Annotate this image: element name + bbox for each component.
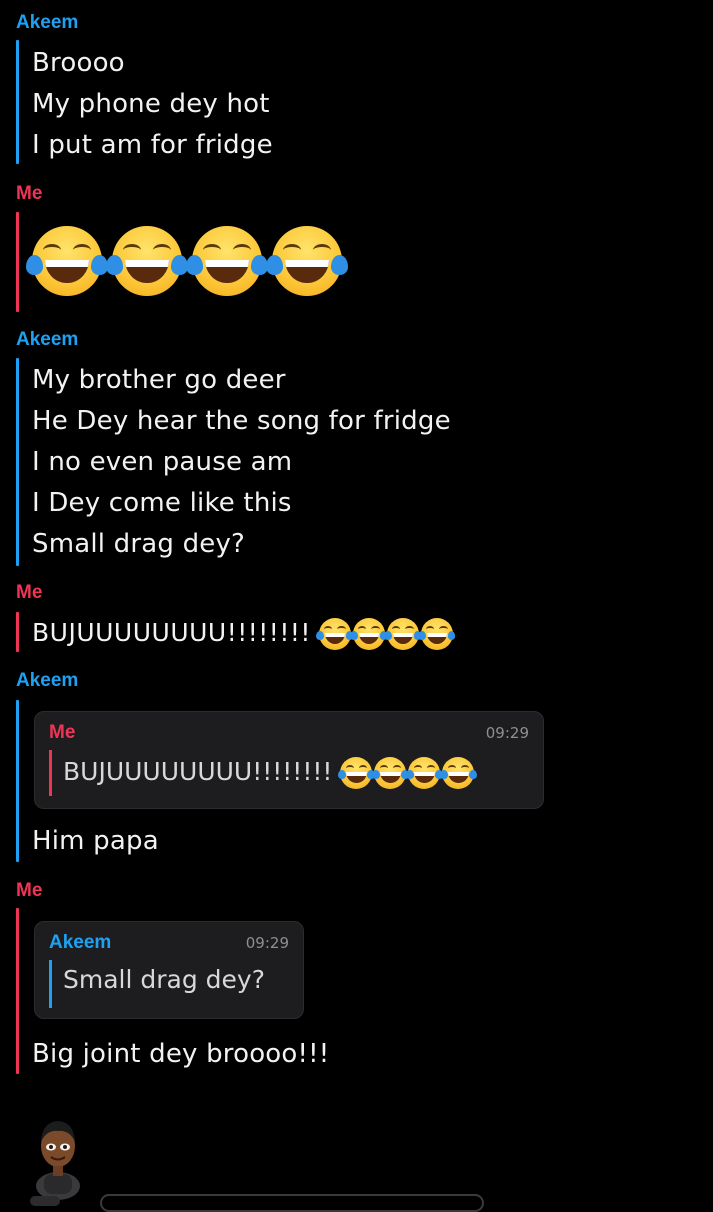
laugh-emoji-icon: [439, 757, 477, 789]
laugh-emoji-icon: [316, 618, 354, 650]
message-text: BUJUUUUUUUU!!!!!!!!: [32, 618, 311, 647]
laugh-emoji-icon: [337, 757, 375, 789]
laugh-emoji-icon: [384, 618, 422, 650]
camera-button[interactable]: [30, 1196, 60, 1206]
message-line: BUJUUUUUUUU!!!!!!!!: [32, 616, 456, 650]
laugh-emoji-icon: [405, 757, 443, 789]
message-bar: [16, 212, 19, 312]
quoted-sender: Me: [49, 722, 76, 743]
message-line: He Dey hear the song for fridge: [32, 406, 451, 436]
message-group-6[interactable]: Akeem 09:29 Small drag dey? Big joint de…: [16, 908, 697, 1076]
sender-name-akeem: Akeem: [16, 329, 79, 350]
quoted-message[interactable]: Me 09:29 BUJUUUUUUUU!!!!!!!!: [34, 711, 544, 809]
quoted-sender: Akeem: [49, 932, 112, 953]
quoted-bar: [49, 960, 52, 1008]
quoted-text: Small drag dey?: [63, 965, 265, 994]
quoted-bar: [49, 750, 52, 796]
message-bar: [16, 40, 19, 164]
chat-thread: Akeem Broooo My phone dey hot I put am f…: [0, 0, 713, 1212]
message-line: I put am for fridge: [32, 130, 273, 160]
quoted-text: BUJUUUUUUUU!!!!!!!!: [63, 757, 333, 786]
message-group-5[interactable]: Me 09:29 BUJUUUUUUUU!!!!!!!! Him papa: [16, 700, 697, 864]
sender-name-me: Me: [16, 880, 43, 901]
emoji-group: [316, 618, 456, 650]
message-line: Small drag dey?: [32, 529, 246, 559]
quoted-time: 09:29: [245, 934, 289, 952]
chat-input[interactable]: [100, 1194, 484, 1212]
message-group-1[interactable]: Broooo My phone dey hot I put am for fri…: [16, 40, 697, 168]
quoted-message[interactable]: Akeem 09:29 Small drag dey?: [34, 921, 304, 1019]
message-group-4[interactable]: BUJUUUUUUUU!!!!!!!!: [16, 612, 697, 656]
quoted-line: BUJUUUUUUUU!!!!!!!!: [63, 756, 477, 789]
message-bar: [16, 908, 19, 1074]
sender-name-me: Me: [16, 582, 43, 603]
laugh-emoji-icon: [418, 618, 456, 650]
sender-name-me: Me: [16, 183, 43, 204]
laugh-emoji-icon: [26, 226, 108, 296]
message-line: Him papa: [32, 826, 159, 856]
message-bar: [16, 700, 19, 862]
message-line: My phone dey hot: [32, 89, 270, 119]
laugh-emoji-icon: [186, 226, 268, 296]
sender-name-akeem: Akeem: [16, 670, 79, 691]
laugh-emoji-icon: [350, 618, 388, 650]
message-line: I no even pause am: [32, 447, 293, 477]
emoji-row: [26, 226, 348, 296]
message-line: Broooo: [32, 48, 125, 78]
message-line: Big joint dey broooo!!!: [32, 1039, 330, 1069]
message-line: My brother go deer: [32, 365, 286, 395]
quoted-time: 09:29: [485, 724, 529, 742]
laugh-emoji-icon: [371, 757, 409, 789]
message-bar: [16, 612, 19, 652]
message-group-2[interactable]: [16, 212, 697, 314]
bitmoji-avatar-icon[interactable]: [30, 1112, 86, 1200]
sender-name-akeem: Akeem: [16, 12, 79, 33]
laugh-emoji-icon: [106, 226, 188, 296]
emoji-group: [337, 757, 477, 789]
message-bar: [16, 358, 19, 566]
message-group-3[interactable]: My brother go deer He Dey hear the song …: [16, 358, 697, 568]
laugh-emoji-icon: [266, 226, 348, 296]
message-line: I Dey come like this: [32, 488, 292, 518]
